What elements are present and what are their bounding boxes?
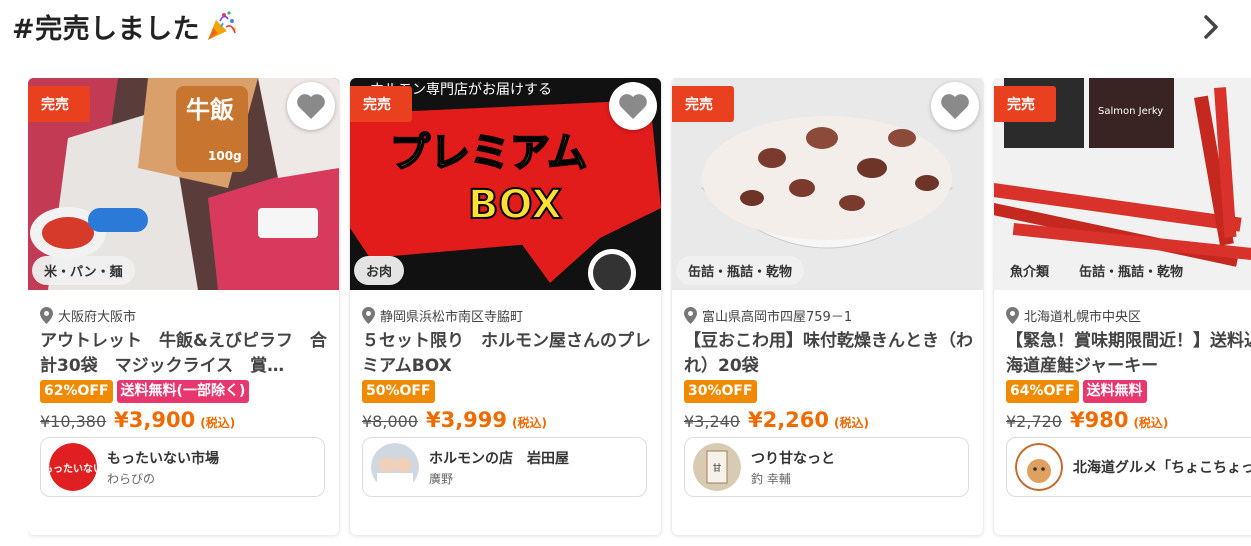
image-text: Salmon Jerky — [1098, 106, 1163, 117]
seller-name: つり甘なっと — [751, 450, 835, 467]
image-text-weight: 100g — [208, 149, 242, 163]
seller-name: もったいない市場 — [107, 450, 219, 467]
sold-out-badge: 完売 — [994, 86, 1056, 122]
category-tag[interactable]: 缶詰・瓶詰・乾物 — [1067, 256, 1196, 285]
original-price: ¥3,240 — [684, 412, 740, 431]
badge-row: 62%OFF 送料無料(一部除く) — [40, 380, 250, 403]
party-popper-icon — [208, 11, 236, 40]
svg-text:甘: 甘 — [712, 462, 721, 474]
location-pin-icon — [684, 307, 697, 324]
category-tag[interactable]: 米・パン・麺 — [32, 256, 135, 285]
image-text-premium: プレミアム — [390, 130, 587, 176]
category-tags: 魚介類 缶詰・瓶詰・乾物 — [998, 256, 1196, 285]
badge-row: 30%OFF — [684, 380, 757, 403]
location-text: 大阪府大阪市 — [58, 310, 137, 325]
favorite-button[interactable] — [609, 82, 657, 130]
free-shipping-badge: 送料無料(一部除く) — [116, 380, 250, 403]
product-card[interactable]: ホルモン専門店がお届けする プレミアム BOX 完売 お肉 静岡県浜松市南区寺脇… — [350, 78, 661, 535]
price-row: ¥3,240 ¥2,260 (税込) — [684, 408, 869, 432]
seller-box[interactable]: 北海道グルメ「ちょこちょっぷ」 — [1006, 437, 1251, 497]
tax-label: (税込) — [834, 416, 870, 430]
product-card[interactable]: 牛飯 100g 完売 米・パン・麺 大阪府大阪市 アウトレット 牛飯&えびピラフ… — [28, 78, 339, 535]
product-carousel: 牛飯 100g 完売 米・パン・麺 大阪府大阪市 アウトレット 牛飯&えびピラフ… — [28, 78, 1251, 546]
image-text: 牛飯 — [186, 96, 234, 124]
price-row: ¥8,000 ¥3,999 (税込) — [362, 408, 547, 432]
product-title[interactable]: アウトレット 牛飯&えびピラフ 合計30袋 マジックライス 賞… — [40, 329, 330, 379]
sold-out-badge: 完売 — [672, 86, 734, 122]
seller-box[interactable]: もったいない もったいない市場 わらびの — [40, 437, 325, 497]
product-card[interactable]: 完売 缶詰・瓶詰・乾物 富山県高岡市四屋759－1 【豆おこわ用】味付乾燥きんと… — [672, 78, 983, 535]
product-card[interactable]: Salmon Jerky 完売 魚介類 缶詰・瓶詰・乾物 北海道札幌市中央区 【… — [994, 78, 1251, 535]
product-image[interactable]: Salmon Jerky 完売 魚介類 缶詰・瓶詰・乾物 — [994, 78, 1251, 290]
sold-out-badge: 完売 — [350, 86, 412, 122]
category-tag[interactable]: 魚介類 — [998, 256, 1062, 285]
product-image[interactable]: 牛飯 100g 完売 米・パン・麺 — [28, 78, 339, 290]
seller-box[interactable]: 甘 つり甘なっと 釣 幸輔 — [684, 437, 969, 497]
heart-icon — [297, 94, 325, 119]
price-row: ¥2,720 ¥980 (税込) — [1006, 408, 1168, 432]
seller-subname: わらびの — [107, 471, 156, 486]
product-title[interactable]: 【豆おこわ用】味付乾燥きんとき（われ）20袋 — [684, 329, 974, 379]
seller-avatar: 甘 — [693, 443, 741, 491]
discount-badge: 64%OFF — [1006, 380, 1079, 403]
seller-avatar — [371, 443, 419, 491]
heart-icon — [941, 94, 969, 119]
chevron-right-icon[interactable] — [1196, 12, 1226, 42]
sale-price: ¥980 — [1069, 408, 1129, 432]
image-text-box: BOX — [468, 182, 562, 228]
section-title: #完売しました — [12, 13, 201, 45]
sale-price: ¥2,260 — [747, 408, 830, 432]
category-tags: お肉 — [354, 256, 405, 285]
free-shipping-badge: 送料無料 — [1082, 380, 1147, 403]
location-row: 大阪府大阪市 — [40, 306, 136, 325]
category-tag[interactable]: 缶詰・瓶詰・乾物 — [676, 256, 805, 285]
category-tag[interactable]: お肉 — [354, 256, 405, 285]
discount-badge: 50%OFF — [362, 380, 435, 403]
location-pin-icon — [40, 307, 53, 324]
tax-label: (税込) — [200, 416, 236, 430]
product-image[interactable]: ホルモン専門店がお届けする プレミアム BOX 完売 お肉 — [350, 78, 661, 290]
original-price: ¥10,380 — [40, 412, 107, 431]
seller-subname: 釣 幸輔 — [751, 471, 791, 486]
location-text: 北海道札幌市中央区 — [1024, 310, 1142, 325]
location-row: 富山県高岡市四屋759－1 — [684, 306, 852, 325]
seller-name: 北海道グルメ「ちょこちょっぷ」 — [1073, 460, 1251, 476]
category-tags: 缶詰・瓶詰・乾物 — [676, 256, 805, 285]
location-row: 北海道札幌市中央区 — [1006, 306, 1141, 325]
badge-row: 50%OFF — [362, 380, 435, 403]
location-pin-icon — [1006, 307, 1019, 324]
seller-box[interactable]: ホルモンの店 岩田屋 廣野 — [362, 437, 647, 497]
discount-badge: 62%OFF — [40, 380, 113, 403]
location-row: 静岡県浜松市南区寺脇町 — [362, 306, 523, 325]
section-header: #完売しました — [12, 6, 238, 46]
tax-label: (税込) — [512, 416, 548, 430]
product-image[interactable]: 完売 缶詰・瓶詰・乾物 — [672, 78, 983, 290]
seller-avatar: もったいない — [49, 443, 97, 491]
original-price: ¥2,720 — [1006, 412, 1062, 431]
location-text: 富山県高岡市四屋759－1 — [702, 310, 853, 325]
favorite-button[interactable] — [287, 82, 335, 130]
price-row: ¥10,380 ¥3,900 (税込) — [40, 408, 235, 432]
heart-icon — [619, 94, 647, 119]
location-text: 静岡県浜松市南区寺脇町 — [380, 310, 524, 325]
seller-avatar — [1015, 443, 1063, 491]
original-price: ¥8,000 — [362, 412, 418, 431]
seller-subname: 廣野 — [429, 471, 454, 486]
location-pin-icon — [362, 307, 375, 324]
sale-price: ¥3,999 — [425, 408, 508, 432]
sold-out-badge: 完売 — [28, 86, 90, 122]
badge-row: 64%OFF 送料無料 — [1006, 380, 1147, 403]
sale-price: ¥3,900 — [114, 408, 196, 432]
seller-name: ホルモンの店 岩田屋 — [429, 450, 569, 467]
tax-label: (税込) — [1133, 416, 1169, 430]
svg-text:もったいない: もったいない — [49, 463, 97, 475]
discount-badge: 30%OFF — [684, 380, 757, 403]
favorite-button[interactable] — [931, 82, 979, 130]
product-title[interactable]: 【緊急！賞味期限間近！】送料込！北海道産鮭ジャーキー — [1006, 329, 1251, 379]
product-title[interactable]: ５セット限り ホルモン屋さんのプレミアムBOX — [362, 329, 652, 379]
category-tags: 米・パン・麺 — [32, 256, 135, 285]
